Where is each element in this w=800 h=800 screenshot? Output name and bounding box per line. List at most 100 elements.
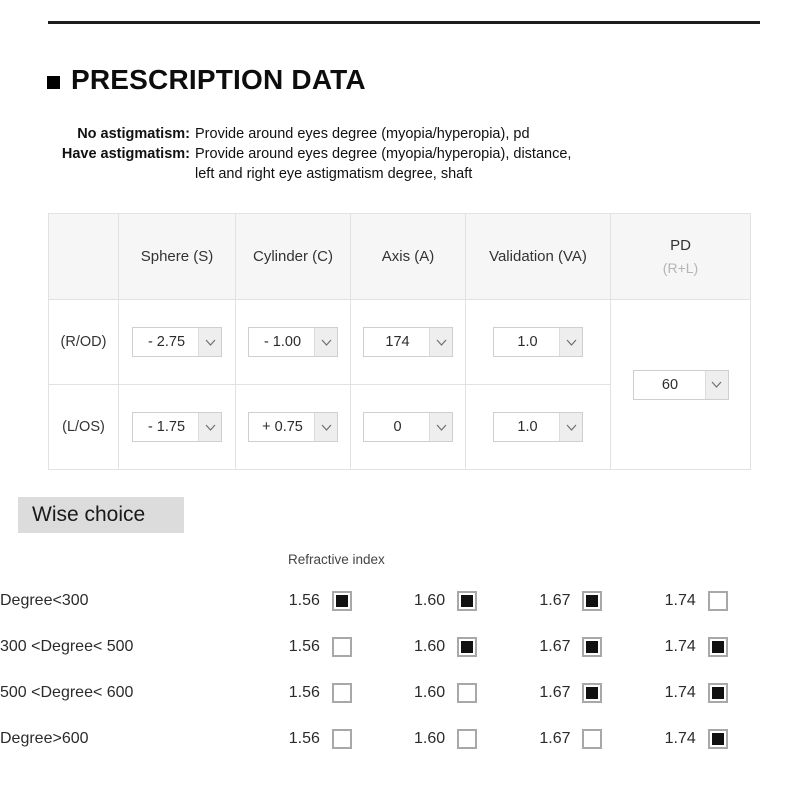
index-value-0-2: 1.67 [539,592,571,609]
table-row: (R/OD) - 2.75 - 1.00 174 1.0 60 [48,299,751,470]
sphere-right-select[interactable]: - 2.75 [132,327,222,357]
chevron-down-icon[interactable] [314,413,337,441]
checkbox-degree1-index160[interactable] [457,637,478,657]
cell-validation-right: 1.0 [465,299,611,385]
choice-cell-0-1: 1.60 [414,578,539,624]
description-value-no-astigmatism: Provide around eyes degree (myopia/hyper… [195,126,530,142]
axis-right-select[interactable]: 174 [363,327,453,357]
index-value-0-3: 1.74 [664,592,696,609]
index-value-1-0: 1.56 [288,638,320,655]
chevron-down-icon[interactable] [314,328,337,356]
checkbox-degree3-index174[interactable] [707,729,728,749]
cylinder-left-value: + 0.75 [262,419,303,435]
refractive-index-label: Refractive index [288,552,385,567]
choice-cell-1-0: 1.56 [289,624,414,670]
index-value-2-1: 1.60 [414,684,446,701]
pd-value: 60 [661,376,679,393]
choice-cell-2-0: 1.56 [289,670,414,716]
index-value-2-3: 1.74 [664,684,696,701]
chevron-down-icon[interactable] [559,413,582,441]
chevron-down-icon[interactable] [429,413,452,441]
cylinder-left-select[interactable]: + 0.75 [248,412,338,442]
sphere-left-select[interactable]: - 1.75 [132,412,222,442]
checkbox-degree2-index174[interactable] [707,683,728,703]
choice-cell-2-3: 1.74 [665,670,790,716]
validation-left-select[interactable]: 1.0 [493,412,583,442]
column-header-cylinder: Cylinder (C) [235,213,351,300]
index-value-2-2: 1.67 [539,684,571,701]
row-label-left-eye: (L/OS) [48,384,119,470]
degree-range-label-1: 300 <Degree< 500 [0,638,134,655]
choice-cell-3-3: 1.74 [665,716,790,762]
index-value-1-3: 1.74 [664,638,696,655]
checkbox-degree2-index156[interactable] [331,683,352,703]
index-value-2-0: 1.56 [288,684,320,701]
column-header-pd-main: PD [670,237,691,254]
sphere-right-value: - 2.75 [147,334,186,350]
pd-select[interactable]: 60 [632,369,729,400]
choice-cell-3-0: 1.56 [289,716,414,762]
chevron-down-icon[interactable] [198,413,221,441]
table-corner-cell [48,213,119,300]
choice-cell-0-2: 1.67 [539,578,664,624]
index-value-3-1: 1.60 [414,730,446,747]
cell-axis-left: 0 [350,384,466,470]
description-label-have-astigmatism: Have astigmatism: [61,146,190,162]
index-value-0-0: 1.56 [288,592,320,609]
validation-right-value: 1.0 [517,334,538,350]
column-header-validation: Validation (VA) [465,213,611,300]
list-item: Degree>600 1.56 1.60 1.67 1.74 [0,716,790,762]
sphere-left-value: - 1.75 [147,419,186,435]
prescription-table-header-row: Sphere (S) Cylinder (C) Axis (A) Validat… [48,213,751,300]
cell-cylinder-left: + 0.75 [235,384,351,470]
checkbox-degree0-index156[interactable] [331,591,352,611]
checkbox-degree1-index174[interactable] [707,637,728,657]
index-value-1-2: 1.67 [539,638,571,655]
degree-range-label-2: 500 <Degree< 600 [0,684,134,701]
axis-left-value: 0 [393,419,402,435]
choice-cell-0-0: 1.56 [289,578,414,624]
cylinder-right-select[interactable]: - 1.00 [248,327,338,357]
top-horizontal-rule [48,21,760,24]
checkbox-degree1-index167[interactable] [582,637,603,657]
checkbox-degree0-index174[interactable] [707,591,728,611]
checkbox-degree1-index156[interactable] [331,637,352,657]
description-row-have-astigmatism: Have astigmatism: Provide around eyes de… [0,146,760,162]
page-title-text: PRESCRIPTION DATA [71,64,366,95]
chevron-down-icon[interactable] [559,328,582,356]
choice-cell-1-3: 1.74 [665,624,790,670]
chevron-down-icon[interactable] [429,328,452,356]
checkbox-degree0-index160[interactable] [457,591,478,611]
wise-choice-heading: Wise choice [18,497,184,533]
axis-left-select[interactable]: 0 [363,412,453,442]
description-value-have-astigmatism: Provide around eyes degree (myopia/hyper… [195,146,572,162]
checkbox-degree2-index167[interactable] [582,683,603,703]
choice-cell-3-2: 1.67 [539,716,664,762]
validation-right-select[interactable]: 1.0 [493,327,583,357]
description-row-no-astigmatism: No astigmatism: Provide around eyes degr… [0,126,760,142]
index-value-0-1: 1.60 [414,592,446,609]
checkbox-degree2-index160[interactable] [457,683,478,703]
cell-pd: 60 [610,299,751,470]
axis-right-value: 174 [385,334,410,350]
description-block: No astigmatism: Provide around eyes degr… [0,126,760,182]
cell-validation-left: 1.0 [465,384,611,470]
choice-cell-1-1: 1.60 [414,624,539,670]
index-value-3-3: 1.74 [664,730,696,747]
chevron-down-icon[interactable] [198,328,221,356]
index-value-1-1: 1.60 [414,638,446,655]
column-header-sphere: Sphere (S) [118,213,236,300]
list-item: 500 <Degree< 600 1.56 1.60 1.67 1.74 [0,670,790,716]
cylinder-right-value: - 1.00 [263,334,302,350]
checkbox-degree3-index167[interactable] [582,729,603,749]
column-header-pd: PD (R+L) [610,213,751,300]
checkbox-degree3-index160[interactable] [457,729,478,749]
checkbox-degree3-index156[interactable] [331,729,352,749]
chevron-down-icon[interactable] [704,370,728,399]
description-value-have-astigmatism-line2: left and right eye astigmatism degree, s… [195,166,473,182]
degree-range-label-0: Degree<300 [0,592,89,609]
checkbox-degree0-index167[interactable] [582,591,603,611]
choice-cell-0-3: 1.74 [665,578,790,624]
cell-sphere-left: - 1.75 [118,384,236,470]
row-label-right-eye: (R/OD) [48,299,119,385]
